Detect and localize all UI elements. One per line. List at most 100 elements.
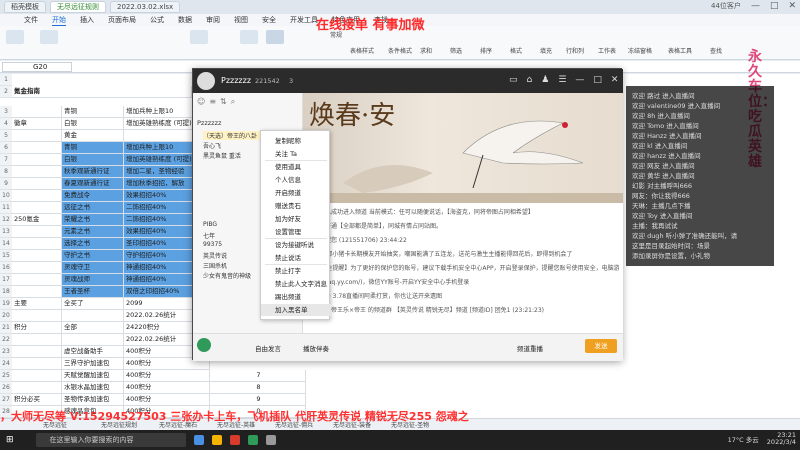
- row-header[interactable]: 13: [0, 226, 12, 238]
- cell-a[interactable]: [12, 358, 62, 370]
- tree-item[interactable]: 七年: [203, 231, 215, 240]
- tree-item[interactable]: PIBG: [203, 221, 217, 228]
- ribbon-label-table-tools[interactable]: 表格工具: [668, 46, 692, 55]
- browser-icon[interactable]: [193, 435, 204, 445]
- row-header[interactable]: 6: [0, 142, 12, 154]
- home-icon[interactable]: ⌂: [527, 75, 533, 85]
- row-header[interactable]: 1: [0, 74, 12, 86]
- browser-tab-1[interactable]: 无尽远征规则: [50, 1, 106, 13]
- tree-item[interactable]: 吾心飞: [203, 141, 221, 150]
- context-menu-item[interactable]: 加为好友: [261, 213, 331, 225]
- avatar[interactable]: [197, 72, 215, 90]
- cell-b[interactable]: [62, 310, 124, 322]
- cell-b[interactable]: 王者圣杯: [62, 286, 124, 298]
- context-menu-item[interactable]: 禁止此人文字消息: [261, 278, 331, 290]
- ribbon-label-freeze[interactable]: 冻结窗格: [628, 46, 652, 55]
- row-header[interactable]: 23: [0, 346, 12, 358]
- menu-insert[interactable]: 插入: [80, 15, 94, 25]
- cell-a[interactable]: [12, 190, 62, 202]
- cell-b[interactable]: 青铜: [62, 142, 124, 154]
- menu-layout[interactable]: 页面布局: [108, 15, 136, 25]
- paste-icon[interactable]: [6, 30, 24, 44]
- cell-a[interactable]: [12, 382, 62, 394]
- yy-icon[interactable]: [247, 435, 258, 445]
- row-header[interactable]: 8: [0, 166, 12, 178]
- row-header[interactable]: 25: [0, 370, 12, 382]
- cell-a[interactable]: [12, 238, 62, 250]
- taskbar-search[interactable]: 在这里输入你要搜索的内容: [35, 433, 186, 447]
- cell-a[interactable]: [12, 202, 62, 214]
- row-header[interactable]: 27: [0, 394, 12, 406]
- menu-review[interactable]: 审阅: [206, 15, 220, 25]
- accompaniment-button[interactable]: 播放伴奏: [303, 343, 329, 353]
- cell-a[interactable]: 徽章: [12, 118, 62, 130]
- maximize-icon[interactable]: □: [770, 1, 779, 11]
- mic-icon[interactable]: [197, 338, 211, 352]
- minimize-icon[interactable]: —: [751, 1, 760, 11]
- cell-c[interactable]: 400积分: [124, 370, 210, 382]
- ribbon-label-find[interactable]: 查找: [710, 46, 722, 55]
- cell-a[interactable]: [12, 226, 62, 238]
- cell-a[interactable]: [12, 166, 62, 178]
- browser-tab-2[interactable]: 2022.03.02.xlsx: [110, 1, 181, 13]
- cell-a[interactable]: [12, 250, 62, 262]
- context-menu-item[interactable]: 设置管理: [261, 226, 331, 238]
- cell-b[interactable]: 荣耀之书: [62, 214, 124, 226]
- context-menu-item[interactable]: 开启频道: [261, 187, 331, 199]
- ribbon-label-sort[interactable]: 排序: [480, 46, 492, 55]
- cell-b[interactable]: 圣物传承加速包: [62, 394, 124, 406]
- cell-c[interactable]: 400积分: [124, 394, 210, 406]
- cell-a[interactable]: [12, 130, 62, 142]
- cell-b[interactable]: 水银水晶加速包: [62, 382, 124, 394]
- row-header[interactable]: 24: [0, 358, 12, 370]
- row-header[interactable]: 3: [0, 106, 12, 118]
- cell-a[interactable]: 积分必买: [12, 394, 62, 406]
- cell-number[interactable]: 8: [210, 382, 306, 394]
- cell-b[interactable]: 全买了: [62, 298, 124, 310]
- sort-icon[interactable]: ⇅: [220, 97, 227, 107]
- cell-a[interactable]: [12, 370, 62, 382]
- ribbon-label-table-style[interactable]: 表格样式: [350, 46, 374, 55]
- tree-header[interactable]: Pzzzzzz: [197, 119, 221, 127]
- ribbon-label-sheet[interactable]: 工作表: [598, 46, 616, 55]
- cell-b[interactable]: 灵魂战师: [62, 274, 124, 286]
- send-button[interactable]: 发送: [585, 339, 617, 353]
- cell-number[interactable]: 7: [210, 370, 306, 382]
- context-menu-item[interactable]: 禁止打字: [261, 265, 331, 277]
- weather[interactable]: 17°C 多云: [728, 434, 759, 444]
- cell-b[interactable]: [62, 334, 124, 346]
- menu-dev[interactable]: 开发工具: [290, 15, 318, 25]
- cell-b[interactable]: 白银: [62, 118, 124, 130]
- cell-a[interactable]: [12, 334, 62, 346]
- cell-b[interactable]: 天赋觉醒加速包: [62, 370, 124, 382]
- context-menu-item[interactable]: 个人信息: [261, 174, 331, 186]
- row-header[interactable]: 9: [0, 178, 12, 190]
- row-header[interactable]: 5: [0, 130, 12, 142]
- row-header[interactable]: 11: [0, 202, 12, 214]
- cell-a[interactable]: [12, 286, 62, 298]
- tree-item[interactable]: 少女有鬼音的神级: [203, 271, 251, 280]
- app-icon[interactable]: [229, 435, 240, 445]
- folder-icon[interactable]: [211, 435, 222, 445]
- menu-home[interactable]: 开始: [52, 15, 66, 26]
- cell-b[interactable]: 全部: [62, 322, 124, 334]
- cell-a[interactable]: [12, 310, 62, 322]
- cell-b[interactable]: 选择之书: [62, 238, 124, 250]
- context-menu-item[interactable]: 关注 Ta: [261, 148, 331, 160]
- context-menu-item[interactable]: 加入黑名单: [261, 304, 331, 316]
- cell-b[interactable]: 白银: [62, 154, 124, 166]
- clock-date[interactable]: 2022/3/4: [767, 439, 796, 446]
- cell-b[interactable]: 三界守护加速包: [62, 358, 124, 370]
- row-header[interactable]: 26: [0, 382, 12, 394]
- tree-item[interactable]: 99375: [203, 241, 222, 248]
- context-menu-item[interactable]: 复制昵称: [261, 135, 331, 147]
- row-header[interactable]: 2: [0, 86, 12, 98]
- row-header[interactable]: 20: [0, 310, 12, 322]
- menu-data[interactable]: 数据: [178, 15, 192, 25]
- cut-icon[interactable]: [40, 30, 58, 44]
- cell-a[interactable]: [12, 106, 62, 118]
- list-icon[interactable]: ≡: [209, 97, 216, 107]
- ribbon-label-rowcol[interactable]: 行和列: [566, 46, 584, 55]
- maximize-icon[interactable]: □: [593, 75, 602, 85]
- free-speech-button[interactable]: 自由发言: [255, 343, 281, 353]
